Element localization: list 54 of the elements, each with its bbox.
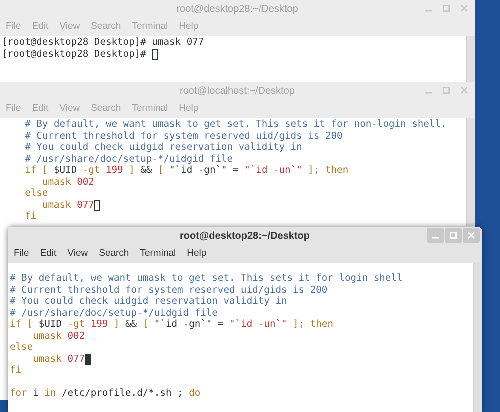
close-button[interactable] <box>463 228 480 243</box>
code-line: [root@desktop28 Desktop]# <box>2 48 158 60</box>
window-title: root@desktop28:~/Desktop <box>180 230 310 244</box>
code-line: umask 077 <box>10 354 92 365</box>
code-line: # You could check uidgid reservation validity in <box>24 142 302 154</box>
code-line: # /usr/share/doc/setup-*/uidgid file <box>10 308 218 318</box>
code-line: # Current threshold for system reserved uid/gids is 200 <box>10 284 328 296</box>
menu-item[interactable]: Terminal <box>132 20 168 35</box>
menu-item[interactable]: View <box>60 102 80 117</box>
close-icon <box>461 5 468 12</box>
code-line: umask 002 <box>33 330 86 342</box>
maximize-button[interactable] <box>445 228 462 243</box>
window-title: root@desktop28:~/Desktop <box>176 3 298 17</box>
code-line: for i in /etc/profile.d/*.sh ; do <box>10 388 201 400</box>
menu-item[interactable]: Help <box>179 20 199 35</box>
code-line: fi <box>10 365 22 376</box>
maximize-icon <box>450 232 457 239</box>
code-line: # By default, we want umask to get set. This sets it for non-login shell. <box>24 119 447 130</box>
scrollbar[interactable] <box>466 36 475 82</box>
code-line: if [ $UID -gt 199 ] && [ "`id -gn`" = "`id -un`" ]; then <box>24 165 349 176</box>
menu-item[interactable]: Terminal <box>132 102 168 117</box>
code-line: umask 077 <box>2 200 100 211</box>
scrollbar[interactable] <box>473 263 482 412</box>
menu-item[interactable]: Edit <box>32 102 49 117</box>
menu-item[interactable]: Search <box>91 20 122 35</box>
minimize-button[interactable] <box>427 228 444 243</box>
menu-item[interactable]: Edit <box>32 20 49 35</box>
menu-item[interactable]: Terminal <box>140 247 176 262</box>
menu-item[interactable]: Search <box>91 102 122 117</box>
code-line: # /usr/share/doc/setup-*/uidgid file <box>24 154 234 164</box>
scrollbar[interactable] <box>466 118 475 226</box>
menu-item[interactable]: View <box>68 247 88 262</box>
code-line: # Current threshold for system reserved uid/gids is 200 <box>24 130 343 142</box>
menu-item[interactable]: File <box>6 102 22 117</box>
code-line: if [ $UID -gt 199 ] && [ "`id -gn`" = "`id -un`" ]; then <box>10 319 334 330</box>
code-line: else <box>10 342 34 354</box>
menu-item[interactable]: Help <box>187 247 207 262</box>
menu-item[interactable]: Edit <box>40 247 57 262</box>
window-title: root@localhost:~/Desktop <box>180 85 295 99</box>
code-line: # You could check uidgid reservation validity in <box>10 296 288 308</box>
maximize-icon <box>443 87 450 94</box>
code-line: else <box>24 188 48 200</box>
close-icon <box>461 87 468 94</box>
code-line: umask 002 <box>41 176 94 188</box>
menu-item[interactable]: File <box>14 247 30 262</box>
maximize-icon <box>443 5 450 12</box>
code-line: fi <box>24 211 37 222</box>
menu-item[interactable]: View <box>60 20 80 35</box>
close-icon <box>468 232 475 239</box>
menu-item[interactable]: Help <box>179 102 199 117</box>
code-line: [root@desktop28 Desktop]# umask 077 <box>2 37 204 48</box>
code-line: # By default, we want umask to get set. This sets it for login shell <box>10 273 403 284</box>
menu-item[interactable]: File <box>6 20 22 35</box>
menu-item[interactable]: Search <box>99 247 130 262</box>
